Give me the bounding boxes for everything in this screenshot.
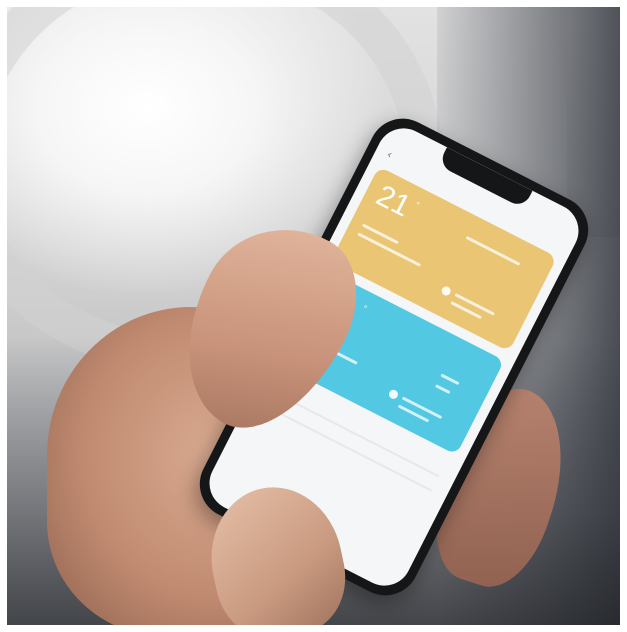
card-temperature-unit: ° <box>360 303 369 314</box>
weather-condition-icon <box>387 388 400 401</box>
card-text-line <box>440 373 460 386</box>
card-text-line <box>465 235 521 266</box>
card-temperature: 21 <box>370 178 416 224</box>
weather-condition-icon <box>440 284 453 298</box>
card-temperature-unit: ° <box>413 199 422 211</box>
back-icon[interactable]: ‹ <box>384 148 403 167</box>
photo-frame: ‹ 21 ° 21 ° <box>7 7 620 625</box>
card-text-line <box>361 223 399 245</box>
card-text-line <box>434 384 451 395</box>
